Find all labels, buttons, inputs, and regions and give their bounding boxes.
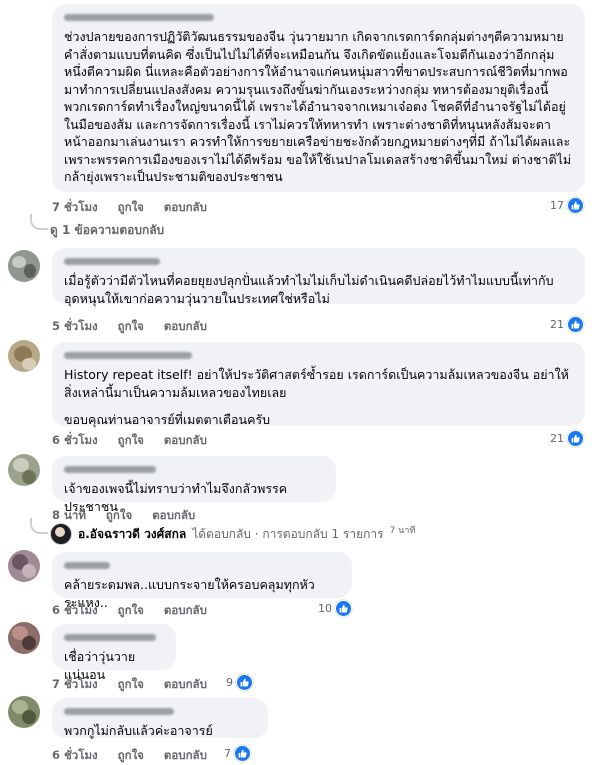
reply-summary-time: 7 นาที bbox=[389, 526, 416, 536]
reply-button[interactable]: ตอบกลับ bbox=[164, 318, 207, 336]
author-name-blurred[interactable] bbox=[64, 562, 110, 569]
view-replies-link[interactable]: ดู 1 ข้อความตอบกลับ bbox=[50, 221, 164, 240]
comment-bubble: เจ้าของเพจนี้ไม่ทราบว่าทำไมจึงกลัวพรรคปร… bbox=[52, 456, 336, 514]
reaction-count[interactable]: 17 bbox=[550, 197, 584, 214]
thumbs-up-icon bbox=[567, 316, 584, 333]
replier-avatar bbox=[50, 523, 72, 545]
thread-line bbox=[30, 518, 48, 534]
comment-actions: 7 ชั่วโมง ถูกใจ ตอบกลับ bbox=[52, 199, 207, 217]
avatar[interactable] bbox=[8, 696, 40, 728]
author-name-blurred[interactable] bbox=[64, 708, 174, 715]
comment-actions: 7 ชั่วโมง ถูกใจ ตอบกลับ bbox=[52, 676, 207, 694]
avatar[interactable] bbox=[8, 340, 40, 372]
comment-actions: 6 ชั่วโมง ถูกใจ ตอบกลับ bbox=[52, 432, 207, 450]
reaction-number: 9 bbox=[226, 676, 233, 689]
reply-button[interactable]: ตอบกลับ bbox=[164, 199, 207, 217]
comment-time[interactable]: 5 ชั่วโมง bbox=[52, 318, 98, 336]
replier-name[interactable]: อ.อัจฉราวดี วงศ์สกล bbox=[78, 525, 186, 544]
avatar[interactable] bbox=[8, 454, 40, 486]
reaction-number: 21 bbox=[550, 432, 564, 445]
comment-bubble: พวกกูไม่กลับแล้วค่ะอาจารย์ bbox=[52, 698, 268, 738]
reply-button[interactable]: ตอบกลับ bbox=[164, 432, 207, 450]
avatar[interactable] bbox=[8, 550, 40, 582]
comment-actions: 6 ชั่วโมง ถูกใจ ตอบกลับ bbox=[52, 602, 207, 620]
thumbs-up-icon bbox=[236, 674, 253, 691]
thumbs-up-icon bbox=[567, 430, 584, 447]
comment-text: เมื่อรู้ตัวว่ามีตัวไหนที่คอยยุยงปลุกปั่น… bbox=[64, 273, 554, 306]
reaction-count[interactable]: 7 bbox=[224, 745, 251, 762]
comment-text-2: ขอบคุณท่านอาจารย์ที่เมตตาเตือนครับ bbox=[64, 412, 271, 427]
comment-bubble: คล้ายระดมพล..แบบกระจายให้ครอบคลุมทุกหัวร… bbox=[52, 552, 352, 610]
reaction-number: 21 bbox=[550, 318, 564, 331]
thumbs-up-icon bbox=[234, 745, 251, 762]
reply-summary-text: ได้ตอบกลับ · การตอบกลับ 1 รายการ bbox=[192, 526, 384, 541]
view-replies-label: ดู 1 ข้อความตอบกลับ bbox=[50, 223, 165, 237]
comment-time[interactable]: 7 ชั่วโมง bbox=[52, 199, 98, 217]
comment-text: History repeat itself! อย่าให้ประวัติศาส… bbox=[64, 367, 569, 400]
reaction-number: 10 bbox=[318, 602, 332, 615]
like-button[interactable]: ถูกใจ bbox=[118, 747, 144, 765]
reaction-count[interactable]: 21 bbox=[550, 316, 584, 333]
comment-time[interactable]: 7 ชั่วโมง bbox=[52, 676, 98, 694]
reply-button[interactable]: ตอบกลับ bbox=[164, 747, 207, 765]
comment-time[interactable]: 6 ชั่วโมง bbox=[52, 747, 98, 765]
comment-bubble: ช่วงปลายของการปฏิวัติวัฒนธรรมของจีน วุ่น… bbox=[52, 4, 585, 192]
comment-text: ช่วงปลายของการปฏิวัติวัฒนธรรมของจีน วุ่น… bbox=[64, 29, 572, 184]
reaction-number: 7 bbox=[224, 747, 231, 760]
comment-actions: 6 ชั่วโมง ถูกใจ ตอบกลับ bbox=[52, 747, 207, 765]
reaction-count[interactable]: 21 bbox=[550, 430, 584, 447]
author-name-blurred[interactable] bbox=[64, 258, 160, 265]
thread-line bbox=[30, 214, 48, 230]
comment-time[interactable]: 6 ชั่วโมง bbox=[52, 602, 98, 620]
thumbs-up-icon bbox=[335, 600, 352, 617]
reaction-count[interactable]: 10 bbox=[318, 600, 352, 617]
comment-actions: 5 ชั่วโมง ถูกใจ ตอบกลับ bbox=[52, 318, 207, 336]
reply-summary[interactable]: อ.อัจฉราวดี วงศ์สกล ได้ตอบกลับ · การตอบก… bbox=[50, 523, 415, 545]
like-button[interactable]: ถูกใจ bbox=[118, 676, 144, 694]
author-name-blurred[interactable] bbox=[64, 466, 156, 473]
author-name-blurred[interactable] bbox=[64, 634, 156, 641]
thumbs-up-icon bbox=[567, 197, 584, 214]
like-button[interactable]: ถูกใจ bbox=[118, 602, 144, 620]
comment-time[interactable]: 6 ชั่วโมง bbox=[52, 432, 98, 450]
author-name-blurred[interactable] bbox=[64, 352, 192, 359]
reaction-count[interactable]: 9 bbox=[226, 674, 253, 691]
like-button[interactable]: ถูกใจ bbox=[118, 318, 144, 336]
reply-button[interactable]: ตอบกลับ bbox=[164, 602, 207, 620]
like-button[interactable]: ถูกใจ bbox=[118, 432, 144, 450]
avatar[interactable] bbox=[8, 250, 40, 282]
author-name-blurred[interactable] bbox=[64, 14, 214, 21]
avatar[interactable] bbox=[8, 622, 40, 654]
comment-text: พวกกูไม่กลับแล้วค่ะอาจารย์ bbox=[64, 723, 213, 738]
reply-button[interactable]: ตอบกลับ bbox=[164, 676, 207, 694]
like-button[interactable]: ถูกใจ bbox=[118, 199, 144, 217]
comment-bubble: History repeat itself! อย่าให้ประวัติศาส… bbox=[52, 342, 585, 427]
reaction-number: 17 bbox=[550, 199, 564, 212]
comment-bubble: เมื่อรู้ตัวว่ามีตัวไหนที่คอยยุยงปลุกปั่น… bbox=[52, 248, 585, 306]
comment-bubble: เชื่อว่าวุ่นวายแน่นอน bbox=[52, 624, 176, 682]
